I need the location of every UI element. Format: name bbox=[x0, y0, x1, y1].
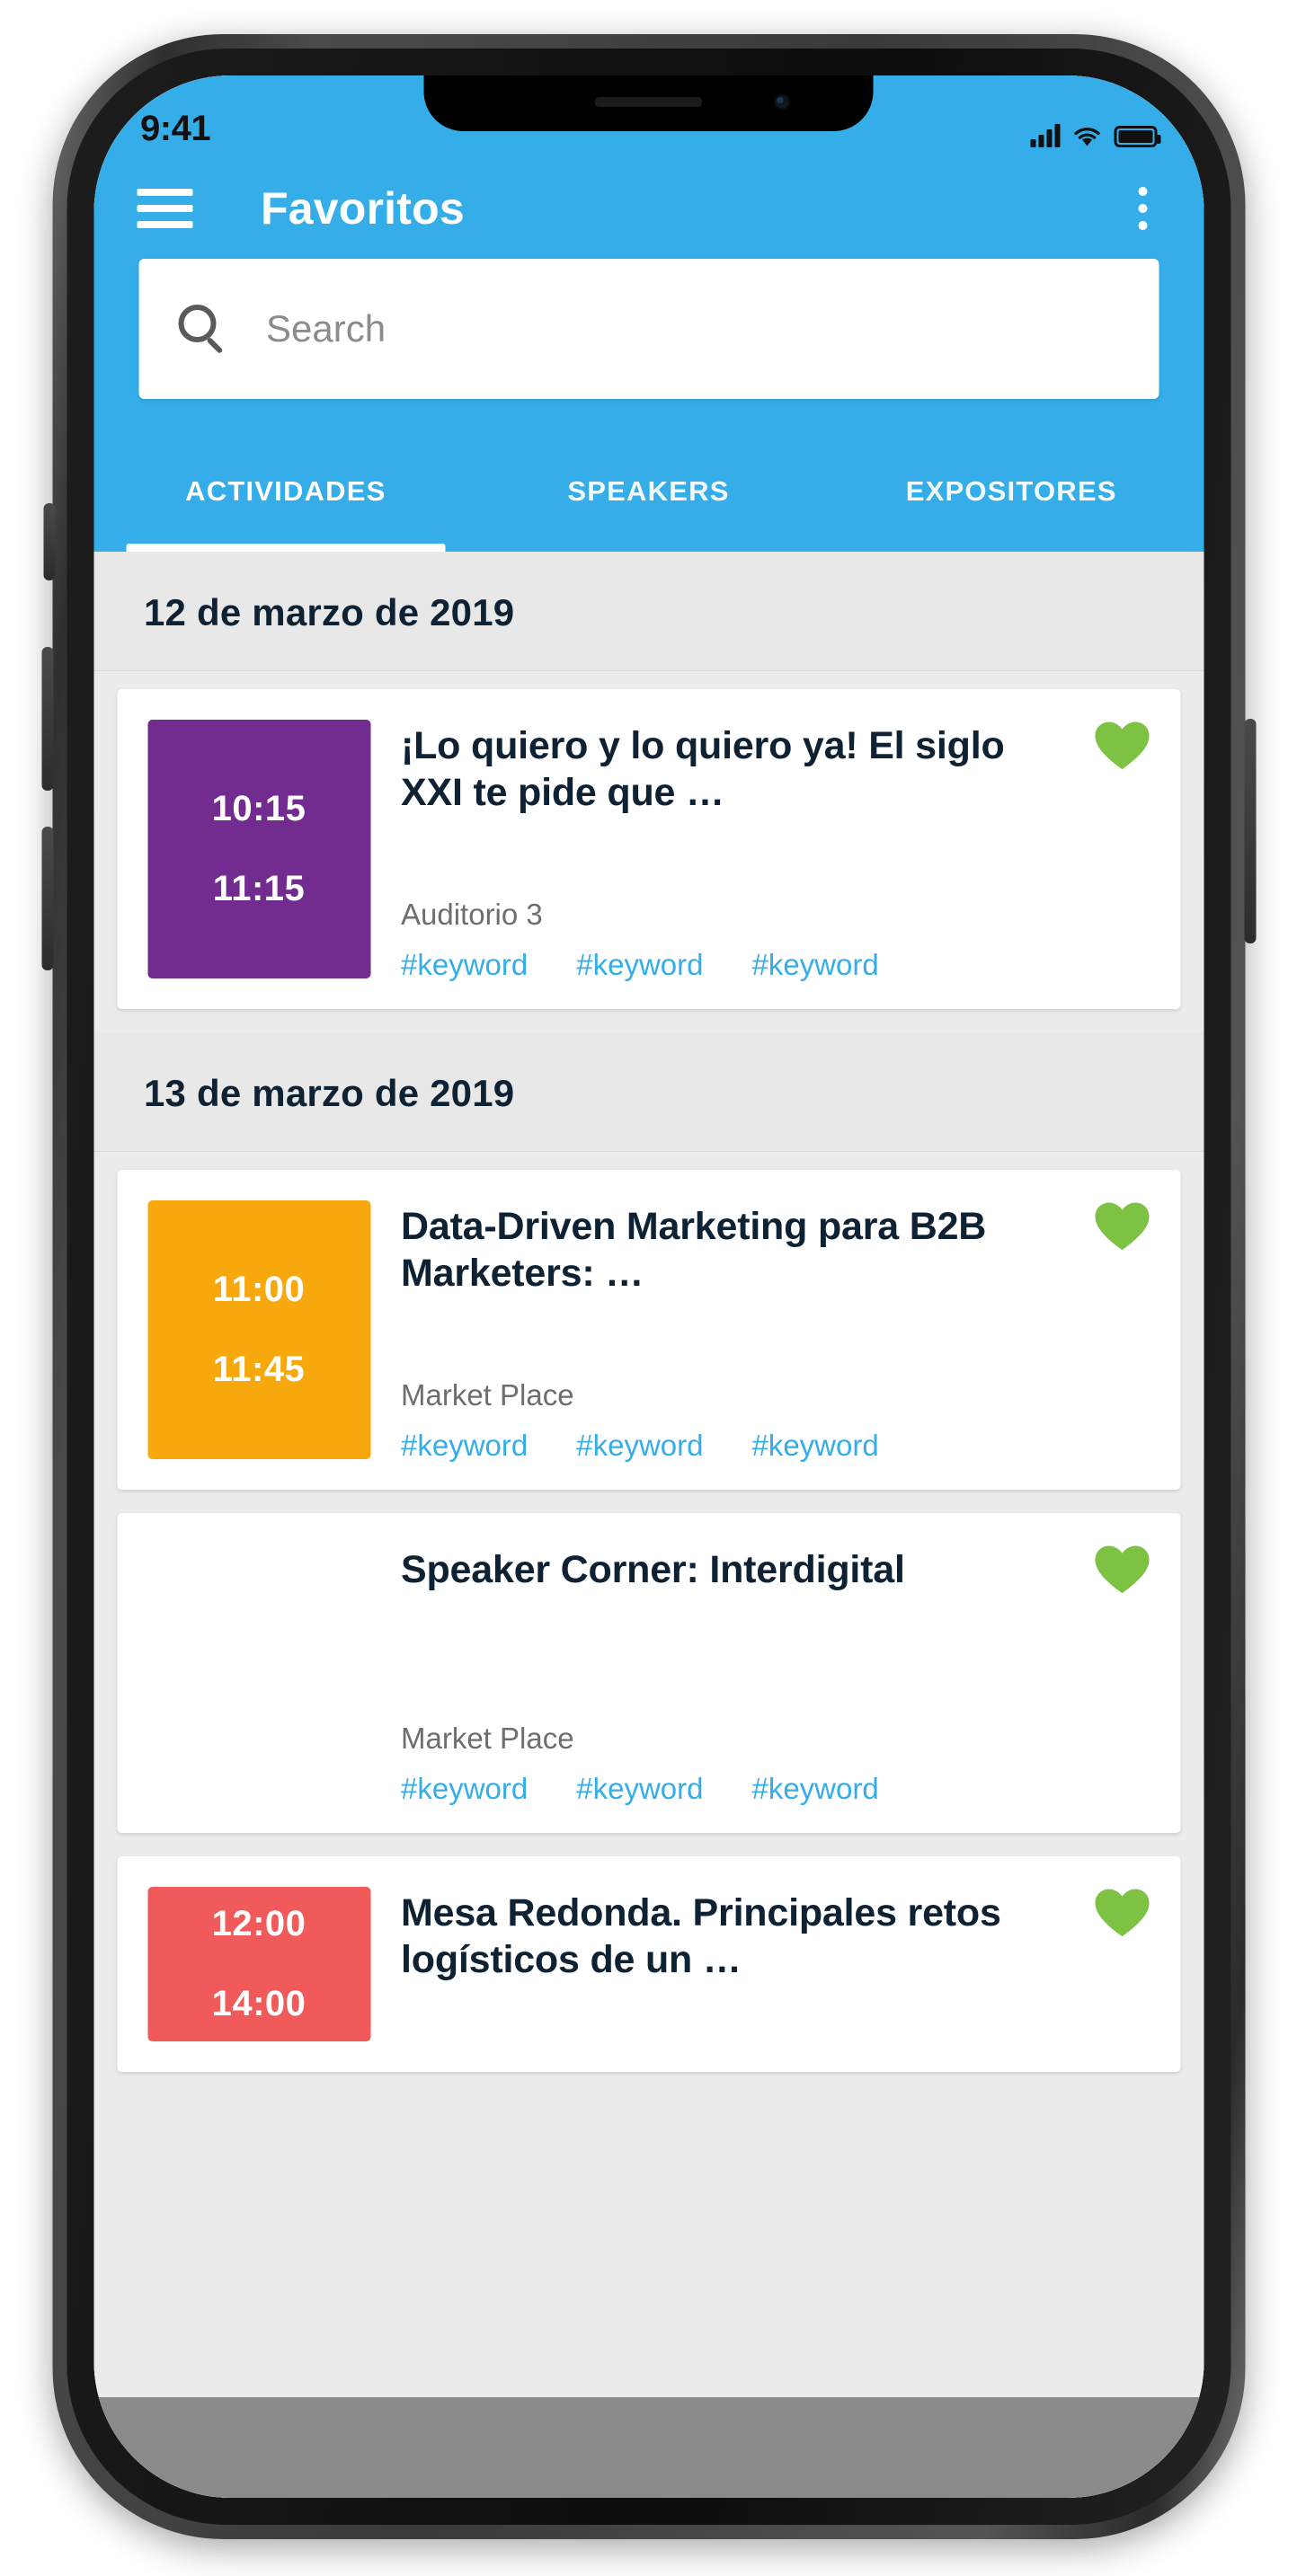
event-start-time: 11:30 bbox=[212, 1613, 306, 1652]
keyword-tag[interactable]: #keyword bbox=[751, 1429, 878, 1463]
tab-speakers[interactable]: SPEAKERS bbox=[467, 431, 831, 552]
search-icon bbox=[178, 305, 227, 354]
front-camera-icon bbox=[773, 93, 791, 111]
favorite-heart-icon[interactable] bbox=[1094, 1544, 1150, 1596]
event-end-time: 14:00 bbox=[211, 1984, 306, 2023]
event-title: Data-Driven Marketing para B2B Marketers… bbox=[401, 1205, 987, 1295]
hamburger-menu-icon[interactable] bbox=[137, 189, 192, 228]
power-button[interactable] bbox=[1244, 719, 1256, 943]
event-end-time: 11:15 bbox=[212, 869, 306, 908]
earpiece-speaker bbox=[594, 97, 703, 107]
phone-mockup: 9:41 Favoritos Search ACTIVIDADES SPEAKE… bbox=[0, 0, 1297, 2576]
event-start-time: 10:15 bbox=[211, 789, 306, 828]
volume-up-button[interactable] bbox=[41, 647, 53, 791]
date-header: 13 de marzo de 2019 bbox=[93, 1032, 1204, 1152]
keyword-tag[interactable]: #keyword bbox=[401, 1772, 528, 1806]
event-keywords: #keyword #keyword #keyword bbox=[401, 1772, 1150, 1806]
app-root: 9:41 Favoritos Search ACTIVIDADES SPEAKE… bbox=[93, 75, 1204, 2498]
keyword-tag[interactable]: #keyword bbox=[401, 948, 528, 982]
event-start-time: 11:00 bbox=[212, 1270, 306, 1309]
event-end-time: 12:30 bbox=[211, 1693, 306, 1732]
event-body: Data-Driven Marketing para B2B Marketers… bbox=[370, 1170, 1180, 1490]
signal-icon bbox=[1030, 124, 1060, 147]
event-title: Mesa Redonda. Principales retos logístic… bbox=[401, 1891, 1001, 1981]
device-notch bbox=[423, 75, 874, 131]
date-label: 12 de marzo de 2019 bbox=[144, 591, 515, 633]
event-card[interactable]: 12:00 14:00 Mesa Redonda. Principales re… bbox=[117, 1856, 1180, 2072]
app-bar: Favoritos bbox=[93, 158, 1204, 259]
event-body: Speaker Corner: Interdigital Market Plac… bbox=[370, 1513, 1180, 1833]
mute-switch[interactable] bbox=[43, 503, 55, 580]
event-place: Auditorio 3 bbox=[401, 898, 543, 931]
search-placeholder: Search bbox=[266, 307, 386, 350]
tab-expositores[interactable]: EXPOSITORES bbox=[830, 431, 1193, 552]
event-time-block: 10:15 11:15 bbox=[147, 720, 370, 978]
section-cards: 11:00 11:45 Data-Driven Marketing para B… bbox=[93, 1170, 1204, 2072]
volume-down-button[interactable] bbox=[41, 827, 53, 970]
keyword-tag[interactable]: #keyword bbox=[401, 1429, 528, 1463]
bottom-bar bbox=[93, 2397, 1204, 2498]
status-time: 9:41 bbox=[140, 109, 211, 148]
kebab-menu-icon[interactable] bbox=[1121, 187, 1164, 230]
wifi-icon bbox=[1072, 126, 1101, 147]
favorite-heart-icon[interactable] bbox=[1094, 720, 1150, 772]
favorite-heart-icon[interactable] bbox=[1094, 1200, 1150, 1253]
tab-actividades[interactable]: ACTIVIDADES bbox=[104, 431, 467, 552]
event-card[interactable]: 11:00 11:45 Data-Driven Marketing para B… bbox=[117, 1170, 1180, 1490]
keyword-tag[interactable]: #keyword bbox=[576, 948, 703, 982]
section-cards: 10:15 11:15 ¡Lo quiero y lo quiero ya! E… bbox=[93, 689, 1204, 1009]
keyword-tag[interactable]: #keyword bbox=[576, 1772, 703, 1806]
event-title: Speaker Corner: Interdigital bbox=[401, 1548, 905, 1591]
event-list[interactable]: 12 de marzo de 2019 10:15 11:15 ¡Lo quie… bbox=[93, 552, 1204, 2498]
event-place: Market Place bbox=[401, 1378, 574, 1412]
status-icons bbox=[1030, 124, 1160, 153]
event-time-block: 11:30 12:30 bbox=[147, 1544, 370, 1802]
event-card[interactable]: 10:15 11:15 ¡Lo quiero y lo quiero ya! E… bbox=[117, 689, 1180, 1009]
phone-screen: 9:41 Favoritos Search ACTIVIDADES SPEAKE… bbox=[93, 75, 1204, 2498]
date-label: 13 de marzo de 2019 bbox=[144, 1072, 515, 1114]
event-title: ¡Lo quiero y lo quiero ya! El siglo XXI … bbox=[401, 724, 1005, 814]
event-time-block: 12:00 14:00 bbox=[147, 1887, 370, 2041]
tab-bar: ACTIVIDADES SPEAKERS EXPOSITORES bbox=[93, 431, 1204, 552]
event-body: Mesa Redonda. Principales retos logístic… bbox=[370, 1856, 1180, 2072]
search-container: Search bbox=[93, 259, 1204, 431]
app-header: 9:41 Favoritos Search ACTIVIDADES SPEAKE… bbox=[93, 75, 1204, 552]
keyword-tag[interactable]: #keyword bbox=[751, 948, 878, 982]
event-keywords: #keyword #keyword #keyword bbox=[401, 1429, 1150, 1463]
event-start-time: 12:00 bbox=[211, 1904, 306, 1943]
page-title: Favoritos bbox=[261, 183, 465, 234]
keyword-tag[interactable]: #keyword bbox=[576, 1429, 703, 1463]
date-header: 12 de marzo de 2019 bbox=[93, 552, 1204, 671]
event-body: ¡Lo quiero y lo quiero ya! El siglo XXI … bbox=[370, 689, 1180, 1009]
event-card[interactable]: 11:30 12:30 Speaker Corner: Interdigital… bbox=[117, 1513, 1180, 1833]
favorite-heart-icon[interactable] bbox=[1094, 1887, 1150, 1939]
battery-icon bbox=[1114, 126, 1160, 147]
event-end-time: 11:45 bbox=[212, 1350, 306, 1389]
search-input[interactable]: Search bbox=[138, 259, 1159, 399]
keyword-tag[interactable]: #keyword bbox=[751, 1772, 878, 1806]
event-keywords: #keyword #keyword #keyword bbox=[401, 948, 1150, 982]
event-place: Market Place bbox=[401, 1722, 574, 1755]
event-time-block: 11:00 11:45 bbox=[147, 1200, 370, 1459]
